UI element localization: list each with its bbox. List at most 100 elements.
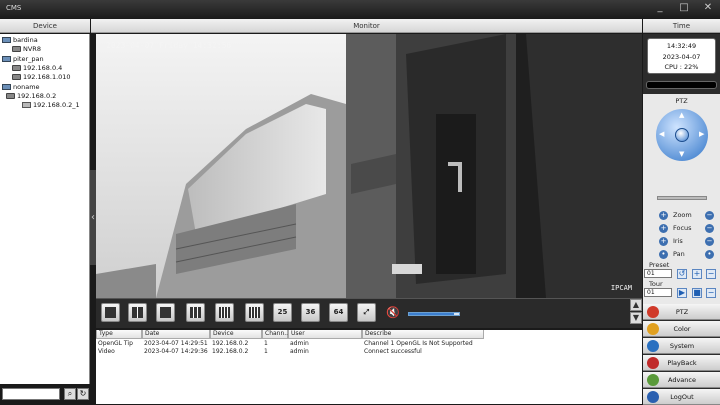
iris-minus-button[interactable]: + [659, 237, 668, 246]
layout-4-button[interactable] [128, 303, 147, 322]
layout-16-icon [219, 307, 230, 318]
minus-icon: − [707, 288, 715, 297]
plus-icon: + [693, 269, 701, 278]
zoom-plus-button[interactable]: − [705, 211, 714, 220]
layout-64-button[interactable]: 64 [329, 303, 348, 322]
search-button[interactable]: ⌕ [64, 388, 76, 400]
minus-icon: − [707, 269, 715, 278]
clock-date: 2023-04-07 [662, 52, 701, 61]
goto-icon: ↺ [678, 269, 686, 278]
tour-play-button[interactable]: ▶ [677, 288, 687, 298]
layout-16-button[interactable] [215, 303, 234, 322]
device-icon [12, 74, 21, 80]
tree-device-nvr8[interactable]: NVR8 [12, 44, 41, 54]
scroll-down-button[interactable]: ▼ [630, 312, 642, 324]
monitor-column-header: Monitor [91, 19, 642, 33]
pan-label: Pan [673, 250, 685, 258]
log-cell: Video [98, 348, 115, 355]
layout-25-button[interactable]: 25 [273, 303, 292, 322]
zoom-minus-button[interactable]: + [659, 211, 668, 220]
layout-9-button[interactable] [186, 303, 205, 322]
mute-button[interactable]: 🔇 [386, 306, 402, 320]
layout-20-button[interactable] [245, 303, 264, 322]
tour-stop-button[interactable]: ■ [692, 288, 702, 298]
play-icon: ▶ [678, 288, 686, 297]
focus-plus-button[interactable]: − [705, 224, 714, 233]
tour-select[interactable]: 01 [644, 288, 672, 297]
refresh-button[interactable]: ↻ [77, 388, 89, 400]
menu-advance-button[interactable]: Advance [643, 372, 720, 388]
volume-slider[interactable] [408, 312, 460, 316]
preset-label: Preset [649, 261, 670, 269]
right-panel: 14:32:49 2023-04-07 CPU : 22% PTZ ▲ ▼ ◀ … [643, 34, 720, 405]
pan-start-button[interactable]: • [659, 250, 668, 259]
menu-logout-button[interactable]: LogOut [643, 389, 720, 405]
log-cell: Connect successful [364, 348, 422, 355]
tree-device-192-168-1-010[interactable]: 192.168.1.010 [12, 72, 71, 82]
tour-remove-button[interactable]: − [706, 288, 716, 298]
stop-icon: ■ [693, 288, 701, 297]
layout-9-icon [190, 307, 201, 318]
layout-36-button[interactable]: 36 [301, 303, 320, 322]
arrow-up-icon[interactable]: ▲ [679, 112, 684, 119]
device-icon [12, 46, 21, 52]
menu-system-button[interactable]: System [643, 338, 720, 354]
group-icon [2, 56, 11, 62]
log-header-user[interactable]: User [288, 330, 362, 339]
arrow-left-icon[interactable]: ◀ [659, 131, 664, 138]
tree-channel-192-168-0-2-1[interactable]: 192.168.0.2_1 [22, 100, 80, 110]
maximize-button[interactable]: □ [676, 2, 692, 15]
speaker-muted-icon: 🔇 [386, 306, 400, 319]
iris-plus-button[interactable]: − [705, 237, 714, 246]
arrow-down-icon[interactable]: ▼ [679, 151, 684, 158]
device-search-input[interactable] [2, 388, 60, 400]
log-header-type[interactable]: Type [96, 330, 142, 339]
layout-1-icon [105, 307, 116, 318]
channel-icon [22, 102, 31, 108]
preset-select[interactable]: 01 [644, 269, 672, 278]
playback-icon [647, 357, 659, 369]
log-cell: 2023-04-07 14:29:51 [144, 340, 208, 347]
preset-add-button[interactable]: + [692, 269, 702, 279]
log-header-date[interactable]: Date [142, 330, 210, 339]
arrow-right-icon[interactable]: ▶ [699, 131, 704, 138]
scroll-up-button[interactable]: ▲ [630, 299, 642, 311]
logout-icon [647, 391, 659, 403]
system-icon [647, 340, 659, 352]
window-title: CMS [6, 4, 22, 12]
log-cell: 1 [264, 340, 268, 347]
log-header-device[interactable]: Device [210, 330, 262, 339]
video-timestamp-overlay: 2023-04-07 Friday 14:32:56 [106, 41, 232, 50]
log-header-channel[interactable]: Chann... [262, 330, 290, 339]
close-button[interactable]: ✕ [700, 2, 716, 15]
layout-4-icon [132, 307, 143, 318]
ptz-speed-slider[interactable] [657, 196, 707, 200]
log-header-describe[interactable]: Describe [362, 330, 484, 339]
layout-1-button[interactable] [101, 303, 120, 322]
log-cell: OpenGL Tip [98, 340, 133, 347]
ptz-direction-pad[interactable]: ▲ ▼ ◀ ▶ [656, 109, 708, 161]
cpu-usage: CPU : 22% [664, 63, 699, 71]
pan-stop-button[interactable]: • [705, 250, 714, 259]
video-view[interactable]: 2023-04-07 Friday 14:32:56 IPCAM [96, 34, 642, 298]
log-cell: 192.168.0.2 [212, 340, 249, 347]
chevron-up-icon: ▲ [632, 300, 640, 309]
menu-playback-button[interactable]: PlayBack [643, 355, 720, 371]
device-column-header: Device [0, 19, 90, 33]
log-cell: 192.168.0.2 [212, 348, 249, 355]
fullscreen-button[interactable]: ⤢ [357, 303, 376, 322]
focus-minus-button[interactable]: + [659, 224, 668, 233]
minimize-button[interactable]: _ [652, 2, 668, 15]
chevron-down-icon: ▼ [632, 313, 640, 322]
pan-control: • Pan • [643, 249, 720, 261]
color-icon [647, 323, 659, 335]
menu-color-button[interactable]: Color [643, 321, 720, 337]
preset-goto-button[interactable]: ↺ [677, 269, 687, 279]
title-bar: CMS _ □ ✕ [0, 0, 720, 18]
device-icon [6, 93, 15, 99]
menu-ptz-button[interactable]: PTZ [643, 304, 720, 320]
ptz-center-button[interactable] [675, 128, 689, 142]
refresh-icon: ↻ [79, 389, 87, 398]
layout-6-button[interactable] [156, 303, 175, 322]
preset-remove-button[interactable]: − [706, 269, 716, 279]
